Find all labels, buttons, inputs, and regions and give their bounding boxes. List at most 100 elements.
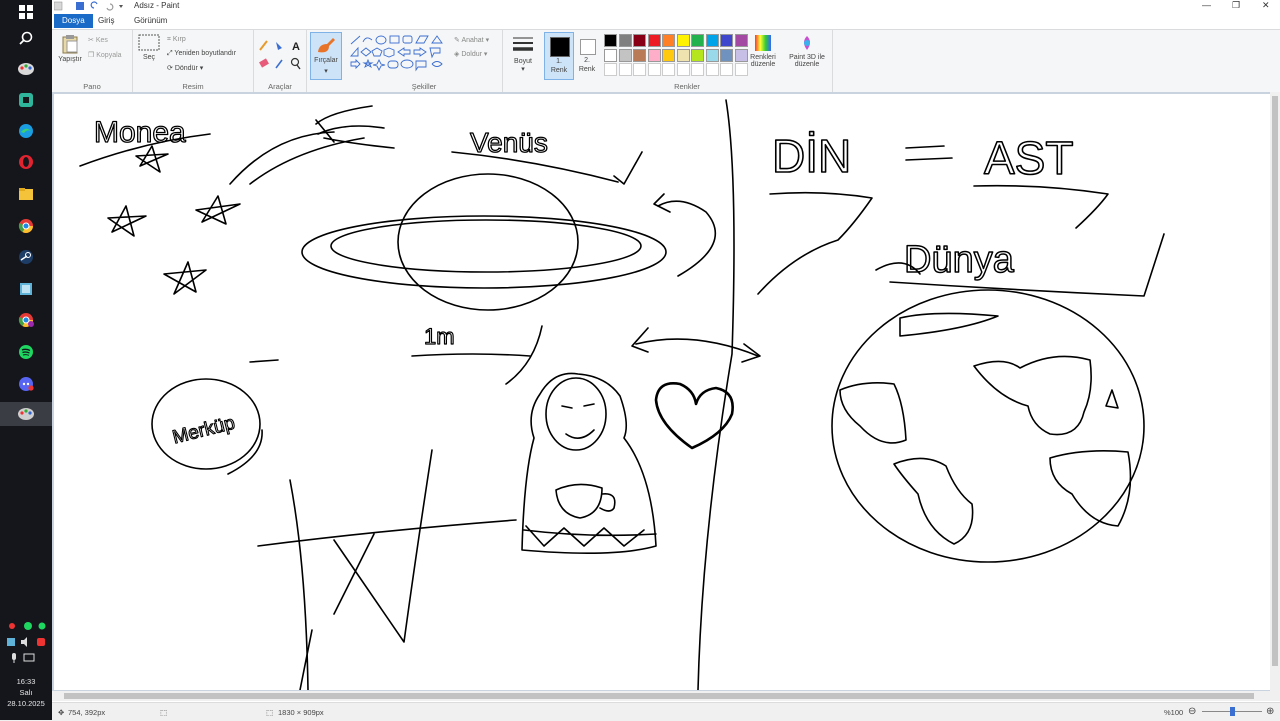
crop-button[interactable]: ⌗ Kırp: [167, 36, 186, 44]
canvas-size: 1830 × 909px: [278, 708, 324, 717]
horizontal-scroll-thumb[interactable]: [64, 693, 1254, 699]
horizontal-scrollbar[interactable]: [52, 691, 1280, 701]
paint-app-icon[interactable]: [14, 57, 38, 81]
brushes-button[interactable]: Fırçalar ▾: [310, 32, 342, 80]
palette-swatch[interactable]: [676, 34, 690, 47]
palette-swatch[interactable]: [604, 48, 617, 62]
palette-swatch[interactable]: [647, 34, 661, 47]
paint-active-icon[interactable]: [0, 402, 52, 426]
palette-swatch[interactable]: [647, 48, 661, 62]
chrome-icon[interactable]: [14, 214, 38, 238]
clock-day[interactable]: Salı: [0, 687, 52, 698]
clock-date[interactable]: 28.10.2025: [0, 698, 52, 709]
status-bar: ✥ 754, 392px ⬚ ⬚ 1830 × 909px %100 ⊖ ⊕: [52, 702, 1280, 721]
mic-display-icons[interactable]: [4, 652, 48, 664]
tray-icons[interactable]: [4, 620, 48, 632]
restore-button[interactable]: ❐: [1232, 0, 1240, 11]
custom-color-swatch[interactable]: [705, 63, 719, 76]
curved-arrow: [657, 200, 717, 277]
double-arrow: [635, 338, 759, 357]
edit-colors-button[interactable]: Renkleri düzenle: [746, 34, 780, 68]
teams-icon[interactable]: [14, 88, 38, 112]
opera-icon[interactable]: [14, 150, 38, 174]
drawing-svg[interactable]: Monea Venüs 1m Merküp DİN AST Dünya: [54, 94, 1270, 691]
paint3d-button[interactable]: Paint 3D ile düzenle: [784, 34, 830, 68]
title-bar: Adsız - Paint — ❐ ✕: [52, 0, 1280, 12]
resize-button[interactable]: ⤢ Yeniden boyutlandır: [167, 50, 236, 58]
palette-swatch[interactable]: [691, 34, 704, 47]
file-explorer-icon[interactable]: [14, 182, 38, 206]
clipboard-group: Yapıştır ✂ Kes ❐ Kopyala Pano: [52, 30, 133, 92]
din-text: DİN: [772, 130, 851, 182]
quick-access-icons[interactable]: [54, 1, 124, 11]
rotate-button[interactable]: ⟳ Döndür ▾: [167, 64, 203, 72]
comet-head: [315, 105, 395, 149]
discord-icon[interactable]: [14, 372, 38, 396]
minimize-button[interactable]: —: [1202, 0, 1211, 10]
palette-swatch[interactable]: [618, 34, 632, 47]
tab-file[interactable]: Dosya: [54, 14, 93, 28]
palette-swatch[interactable]: [633, 48, 646, 62]
copy-label: Kopyala: [96, 52, 122, 59]
edge-icon[interactable]: [14, 119, 38, 143]
shapes-group: ✎ Anahat ▾ ◈ Doldur ▾ Şekiller: [346, 30, 503, 92]
vertical-scroll-thumb[interactable]: [1272, 96, 1278, 666]
spotify-icon[interactable]: [14, 340, 38, 364]
palette-swatch[interactable]: [705, 34, 719, 47]
notes-icon[interactable]: [14, 277, 38, 301]
palette-swatch[interactable]: [604, 34, 617, 47]
search-icon[interactable]: [14, 26, 38, 50]
zoom-out-button[interactable]: ⊖: [1188, 706, 1196, 717]
clock-time[interactable]: 16:33: [0, 676, 52, 687]
zoom-slider-thumb[interactable]: [1230, 707, 1235, 716]
tools-icons[interactable]: A: [258, 38, 304, 72]
chrome-alt-icon[interactable]: [14, 308, 38, 332]
color2-button[interactable]: 2. Renk: [574, 32, 600, 78]
palette-swatch[interactable]: [662, 34, 675, 47]
palette-swatch[interactable]: [720, 48, 733, 62]
tab-view[interactable]: Görünüm: [126, 14, 175, 28]
window-title: Adsız - Paint: [134, 1, 180, 10]
cut-button[interactable]: ✂ Kes: [88, 36, 108, 44]
custom-color-swatch[interactable]: [633, 63, 646, 76]
custom-color-swatch[interactable]: [647, 63, 661, 76]
copy-button[interactable]: ❐ Kopyala: [88, 51, 122, 59]
palette-swatch[interactable]: [618, 48, 632, 62]
planet-circle: [397, 173, 579, 311]
shapes-gallery[interactable]: [348, 34, 448, 74]
outline-label: Anahat: [461, 37, 484, 44]
custom-color-swatch[interactable]: [604, 63, 617, 76]
palette-swatch[interactable]: [676, 48, 690, 62]
merkur-text: Merküp: [171, 413, 238, 449]
color1-word: Renk: [550, 67, 568, 74]
color1-button[interactable]: 1. Renk: [544, 32, 574, 80]
drawing-canvas[interactable]: Monea Venüs 1m Merküp DİN AST Dünya: [54, 94, 1270, 691]
outline-button[interactable]: ✎ Anahat ▾: [454, 36, 489, 44]
windows-icon[interactable]: [14, 0, 38, 24]
fill-button[interactable]: ◈ Doldur ▾: [454, 50, 487, 58]
monea-text: Monea: [94, 116, 186, 149]
custom-color-swatch[interactable]: [691, 63, 704, 76]
steam-icon[interactable]: [14, 245, 38, 269]
custom-color-swatch[interactable]: [662, 63, 675, 76]
custom-color-swatch[interactable]: [676, 63, 690, 76]
continent: [893, 457, 974, 545]
volume-network-icons[interactable]: [4, 636, 48, 648]
paste-button[interactable]: Yapıştır: [56, 34, 84, 63]
star-shape: [135, 145, 169, 173]
size-button[interactable]: Boyut ▾: [508, 34, 538, 73]
select-button[interactable]: Seç: [137, 34, 161, 61]
close-button[interactable]: ✕: [1262, 0, 1270, 11]
palette-swatch[interactable]: [691, 48, 704, 62]
brush-icon: [318, 38, 335, 53]
zoom-in-button[interactable]: ⊕: [1266, 706, 1274, 717]
palette-swatch[interactable]: [662, 48, 675, 62]
palette-swatch[interactable]: [720, 34, 733, 47]
rotate-label: Döndür: [174, 65, 198, 72]
palette-swatch[interactable]: [633, 34, 646, 47]
custom-color-swatch[interactable]: [720, 63, 733, 76]
palette-swatch[interactable]: [705, 48, 719, 62]
custom-color-swatch[interactable]: [618, 63, 632, 76]
vertical-scrollbar[interactable]: [1270, 92, 1280, 691]
tab-home[interactable]: Giriş: [90, 14, 122, 28]
